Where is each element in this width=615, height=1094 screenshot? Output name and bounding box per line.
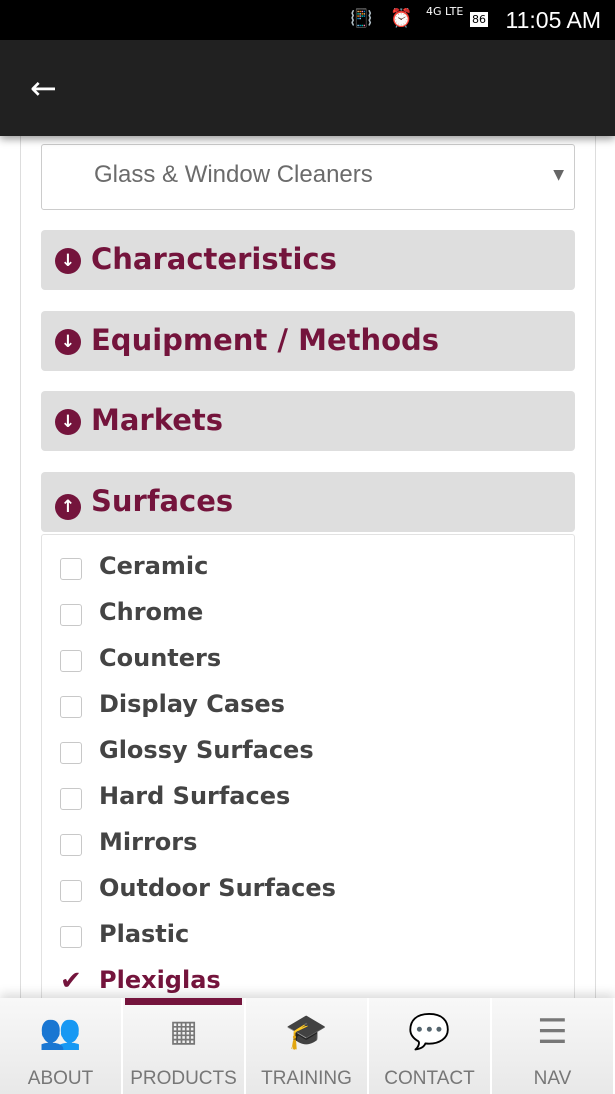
checkbox[interactable] — [60, 604, 82, 626]
checkbox-label: Chrome — [99, 598, 204, 626]
menu-icon: ☰ — [537, 1012, 568, 1052]
nav-tab-nav[interactable]: ☰ NAV — [492, 998, 615, 1094]
accordion-label: Equipment / Methods — [91, 323, 440, 357]
checkbox[interactable] — [60, 834, 82, 856]
grid-icon: ▦ — [169, 1014, 198, 1049]
chat-icon: 💬 — [408, 1012, 451, 1052]
nav-tab-products[interactable]: ▦ PRODUCTS — [123, 998, 246, 1094]
users-icon: 👥 — [39, 1012, 82, 1052]
checkmark-icon[interactable]: ✔ — [60, 966, 82, 996]
arrow-circle-down-icon: ↓ — [55, 329, 81, 355]
category-select[interactable]: Glass & Window Cleaners ▼ — [41, 144, 575, 210]
arrow-circle-down-icon: ↓ — [55, 248, 81, 274]
graduation-cap-icon: 🎓 — [285, 1012, 328, 1052]
accordion-equipment-methods[interactable]: ↓ Equipment / Methods — [41, 311, 575, 371]
checkbox-label: Plexiglas — [99, 966, 221, 994]
checkbox[interactable] — [60, 696, 82, 718]
checkbox[interactable] — [60, 788, 82, 810]
nav-label: ABOUT — [27, 1068, 94, 1089]
checkbox[interactable] — [60, 880, 82, 902]
nav-label: CONTACT — [384, 1068, 475, 1089]
checkbox-label: Outdoor Surfaces — [99, 874, 336, 902]
nav-label: NAV — [533, 1068, 572, 1089]
checkbox[interactable] — [60, 558, 82, 580]
checkbox[interactable] — [60, 926, 82, 948]
accordion-label: Surfaces — [91, 484, 234, 518]
clock: 11:05 AM — [505, 7, 601, 33]
checkbox[interactable] — [60, 650, 82, 672]
category-select-value: Glass & Window Cleaners — [94, 161, 373, 188]
nav-label: TRAINING — [261, 1068, 352, 1089]
arrow-circle-up-icon: ↑ — [55, 494, 81, 520]
accordion-surfaces[interactable]: ↑ Surfaces — [41, 472, 575, 532]
checkbox-label: Plastic — [99, 920, 190, 948]
checkbox-label: Mirrors — [99, 828, 198, 856]
checkbox-label: Hard Surfaces — [99, 782, 291, 810]
accordion-characteristics[interactable]: ↓ Characteristics — [41, 230, 575, 290]
nav-tab-training[interactable]: 🎓 TRAINING — [246, 998, 369, 1094]
accordion-markets[interactable]: ↓ Markets — [41, 391, 575, 451]
nav-tab-contact[interactable]: 💬 CONTACT — [369, 998, 492, 1094]
accordion-label: Markets — [91, 403, 224, 437]
caret-down-icon: ▼ — [553, 167, 564, 183]
checkbox-label: Counters — [99, 644, 222, 672]
app-bar: ← — [0, 40, 615, 136]
nav-label: PRODUCTS — [130, 1068, 237, 1089]
back-arrow-icon[interactable]: ← — [30, 70, 66, 106]
network-icon: 4G LTE — [426, 5, 464, 18]
accordion-label: Characteristics — [91, 242, 337, 276]
vibrate-icon: 📳 — [350, 8, 373, 29]
alarm-icon: ⏰ — [390, 8, 413, 29]
surfaces-panel: Ceramic Chrome Counters Display Cases Gl… — [41, 534, 575, 1004]
nav-tab-about[interactable]: 👥 ABOUT — [0, 998, 123, 1094]
checkbox-label: Glossy Surfaces — [99, 736, 314, 764]
arrow-circle-down-icon: ↓ — [55, 409, 81, 435]
checkbox[interactable] — [60, 742, 82, 764]
battery-icon: 86 — [470, 12, 488, 27]
bottom-nav: 👥 ABOUT ▦ PRODUCTS 🎓 TRAINING 💬 CONTACT ☰ NAV — [0, 998, 615, 1094]
checkbox-label: Display Cases — [99, 690, 285, 718]
checkbox-label: Ceramic — [99, 552, 209, 580]
status-bar: 📳 ⏰ 4G LTE 86 11:05 AM — [0, 0, 615, 40]
